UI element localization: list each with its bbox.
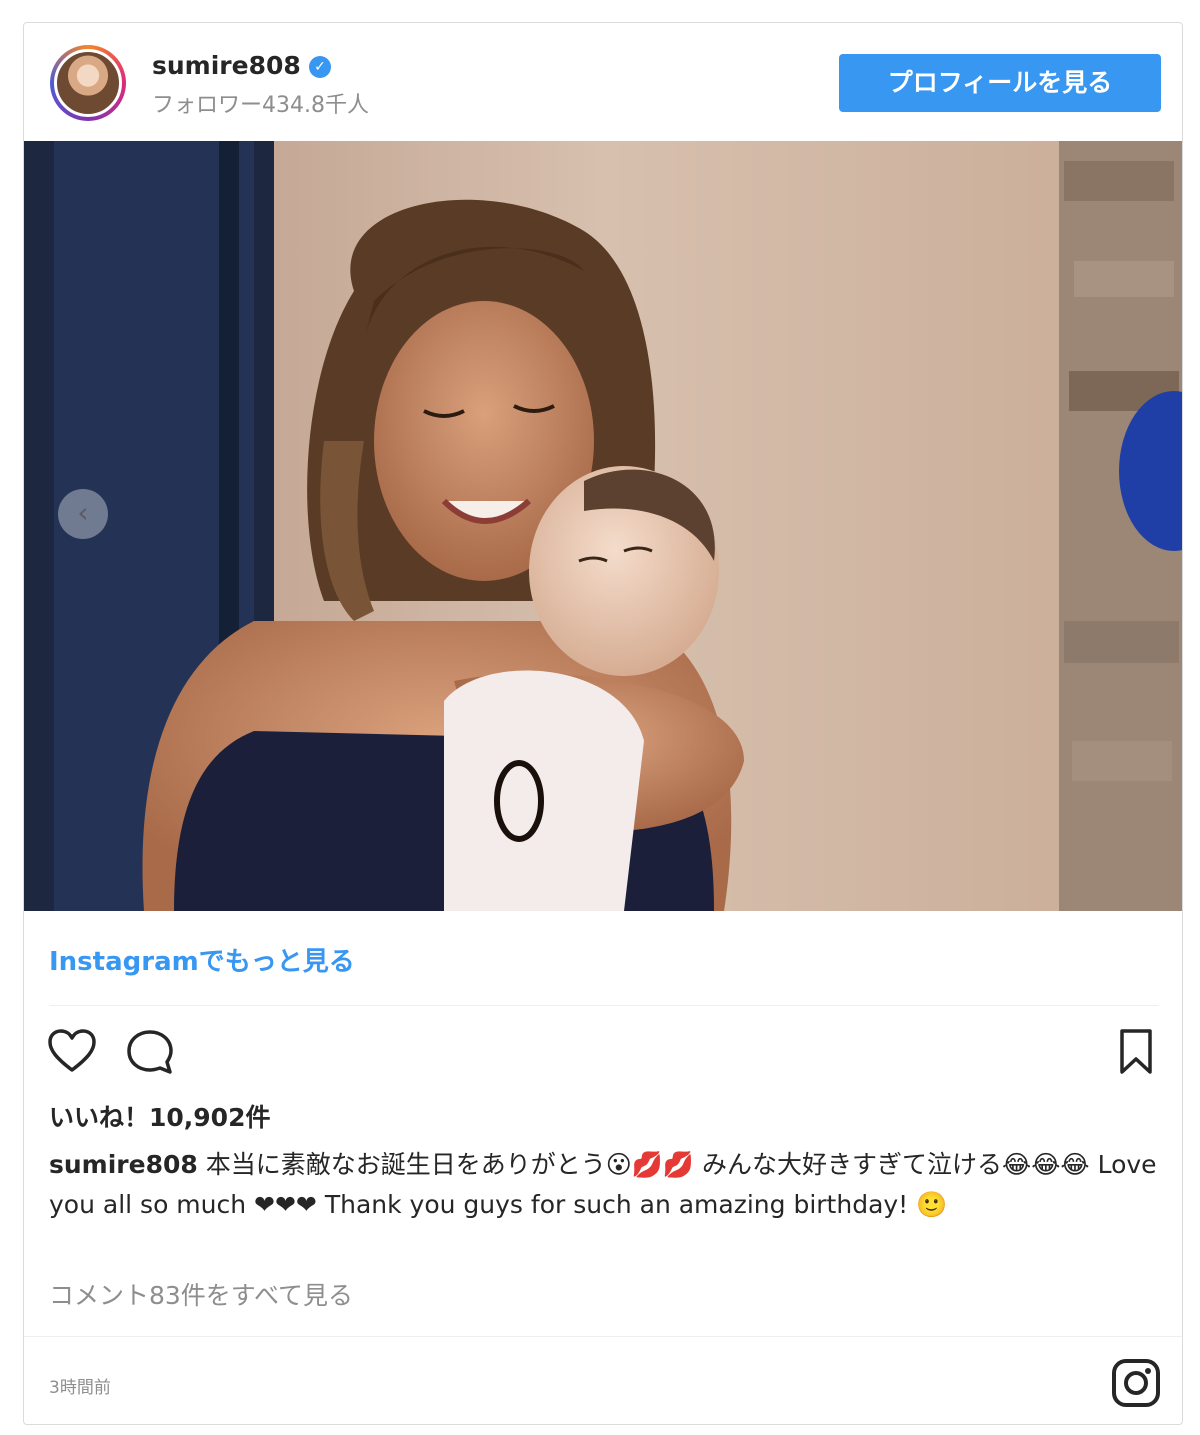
caption-text: 本当に素敵なお誕生日をありがとう😮💋💋 みんな大好きすぎて泣ける😂😂😂 Love… <box>49 1150 1157 1219</box>
instagram-logo-icon[interactable] <box>1110 1357 1162 1409</box>
caption-username[interactable]: sumire808 <box>49 1150 198 1179</box>
divider <box>49 1005 1159 1006</box>
instagram-embed-card: sumire808 ✓ フォロワー434.8千人 プロフィールを見る ‹ Ins… <box>23 22 1183 1425</box>
comment-icon[interactable] <box>124 1026 176 1078</box>
view-profile-button[interactable]: プロフィールを見る <box>839 54 1161 112</box>
verified-badge-icon: ✓ <box>309 56 331 78</box>
follower-count: フォロワー434.8千人 <box>152 93 369 118</box>
footer-divider <box>24 1336 1182 1337</box>
like-count[interactable]: いいね！10,902件 <box>49 1098 270 1134</box>
view-all-comments-link[interactable]: コメント83件をすべて見る <box>49 1276 353 1312</box>
heart-icon[interactable] <box>46 1026 98 1078</box>
post-photo[interactable]: ‹ <box>24 141 1182 911</box>
view-more-on-instagram-link[interactable]: Instagramでもっと見る <box>49 941 355 978</box>
photo-illustration <box>24 141 1182 911</box>
post-timestamp[interactable]: 3時間前 <box>49 1373 111 1398</box>
username[interactable]: sumire808 <box>152 51 301 80</box>
avatar-image <box>54 49 122 117</box>
post-caption: sumire808 本当に素敵なお誕生日をありがとう😮💋💋 みんな大好きすぎて泣… <box>49 1145 1164 1225</box>
bookmark-icon[interactable] <box>1110 1026 1162 1078</box>
post-header: sumire808 ✓ フォロワー434.8千人 プロフィールを見る <box>24 23 1182 141</box>
avatar[interactable] <box>50 45 126 121</box>
previous-photo-button[interactable]: ‹ <box>58 489 108 539</box>
